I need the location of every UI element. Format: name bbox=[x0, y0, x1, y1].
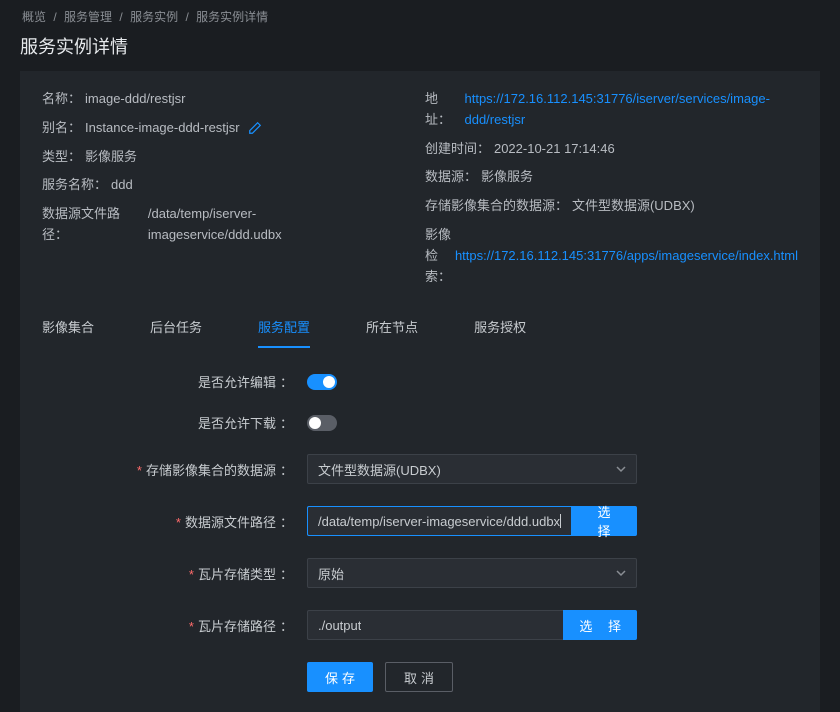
tab-nodes[interactable]: 所在节点 bbox=[366, 307, 418, 348]
cancel-button[interactable]: 取消 bbox=[385, 662, 453, 692]
ds-value: 影像服务 bbox=[481, 167, 533, 188]
info-col-left: 名称： image-ddd/restjsr 别名： Instance-image… bbox=[42, 89, 385, 287]
ds-path-label: 数据源文件路径： bbox=[42, 204, 144, 246]
ds-path-choose-button[interactable]: 选 择 bbox=[571, 506, 637, 536]
addr-link[interactable]: https://172.16.112.145:31776/iserver/ser… bbox=[464, 89, 798, 131]
breadcrumb-item[interactable]: 概览 bbox=[22, 10, 46, 24]
breadcrumb-sep: / bbox=[185, 10, 188, 24]
allow-download-label: 是否允许下载： bbox=[42, 413, 307, 432]
store-ds-select[interactable]: 文件型数据源(UDBX) bbox=[307, 454, 637, 484]
allow-download-switch[interactable] bbox=[307, 415, 337, 431]
tab-background-tasks[interactable]: 后台任务 bbox=[150, 307, 202, 348]
breadcrumb: 概览 / 服务管理 / 服务实例 / 服务实例详情 bbox=[0, 0, 840, 29]
store-ds-value: 文件型数据源(UDBX) bbox=[572, 196, 695, 217]
service-name-value: ddd bbox=[111, 175, 133, 196]
breadcrumb-sep: / bbox=[53, 10, 56, 24]
service-name-label: 服务名称： bbox=[42, 175, 107, 196]
save-button[interactable]: 保存 bbox=[307, 662, 373, 692]
ds-path-value: /data/temp/iserver-imageservice/ddd.udbx bbox=[148, 204, 385, 246]
info-grid: 名称： image-ddd/restjsr 别名： Instance-image… bbox=[42, 89, 798, 287]
tile-type-select-value: 原始 bbox=[318, 564, 344, 583]
config-form: 是否允许编辑： 是否允许下载： *存储影像集合的数据源： 文件型数据源(UDBX… bbox=[42, 348, 798, 712]
tab-service-config[interactable]: 服务配置 bbox=[258, 307, 310, 348]
store-ds-select-value: 文件型数据源(UDBX) bbox=[318, 460, 441, 479]
search-label: 影像检索： bbox=[425, 225, 451, 287]
created-label: 创建时间： bbox=[425, 139, 490, 160]
type-label: 类型： bbox=[42, 147, 81, 168]
breadcrumb-item[interactable]: 服务实例 bbox=[130, 10, 178, 24]
breadcrumb-item[interactable]: 服务管理 bbox=[64, 10, 112, 24]
ds-path-form-label: *数据源文件路径： bbox=[42, 512, 307, 531]
detail-panel: 名称： image-ddd/restjsr 别名： Instance-image… bbox=[20, 71, 820, 712]
page-title: 服务实例详情 bbox=[0, 29, 840, 71]
tile-path-choose-button[interactable]: 选 择 bbox=[563, 610, 637, 640]
chevron-down-icon bbox=[616, 568, 626, 578]
ds-path-input[interactable]: /data/temp/iserver-imageservice/ddd.udbx bbox=[307, 506, 571, 536]
tab-service-auth[interactable]: 服务授权 bbox=[474, 307, 526, 348]
edit-icon[interactable] bbox=[248, 121, 262, 135]
name-value: image-ddd/restjsr bbox=[85, 89, 185, 110]
tabs: 影像集合 后台任务 服务配置 所在节点 服务授权 bbox=[42, 307, 798, 348]
name-label: 名称： bbox=[42, 89, 81, 110]
chevron-down-icon bbox=[616, 464, 626, 474]
tile-path-input[interactable]: ./output bbox=[307, 610, 563, 640]
allow-edit-switch[interactable] bbox=[307, 374, 337, 390]
breadcrumb-sep: / bbox=[119, 10, 122, 24]
search-link[interactable]: https://172.16.112.145:31776/apps/images… bbox=[455, 246, 798, 267]
info-col-right: 地址： https://172.16.112.145:31776/iserver… bbox=[425, 89, 798, 287]
tile-type-select[interactable]: 原始 bbox=[307, 558, 637, 588]
tab-image-collection[interactable]: 影像集合 bbox=[42, 307, 94, 348]
breadcrumb-item-current: 服务实例详情 bbox=[196, 10, 268, 24]
store-ds-label: 存储影像集合的数据源： bbox=[425, 196, 568, 217]
ds-label: 数据源： bbox=[425, 167, 477, 188]
allow-edit-label: 是否允许编辑： bbox=[42, 372, 307, 391]
store-ds-form-label: *存储影像集合的数据源： bbox=[42, 460, 307, 479]
alias-label: 别名： bbox=[42, 118, 81, 139]
created-value: 2022-10-21 17:14:46 bbox=[494, 139, 615, 160]
alias-value: Instance-image-ddd-restjsr bbox=[85, 118, 240, 139]
tile-path-label: *瓦片存储路径： bbox=[42, 616, 307, 635]
tile-type-label: *瓦片存储类型： bbox=[42, 564, 307, 583]
addr-label: 地址： bbox=[425, 89, 461, 131]
type-value: 影像服务 bbox=[85, 147, 137, 168]
